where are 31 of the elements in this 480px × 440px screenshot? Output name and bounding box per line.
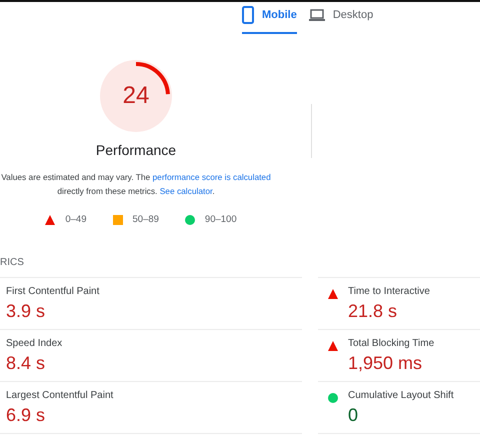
metric-value: 8.4 s	[6, 353, 46, 374]
phone-icon	[242, 6, 254, 24]
dot-icon	[184, 214, 195, 224]
warning-triangle-icon	[328, 341, 338, 351]
score-link[interactable]: performance score is calculated	[152, 172, 271, 182]
legend-label: 0–49	[65, 214, 86, 225]
laptop-icon	[308, 8, 325, 22]
score-note: Values are estimated and may vary. The performance score is calculated directly from these metrics. See calculator.	[0, 171, 272, 198]
device-tab[interactable]: Desktop	[308, 2, 374, 34]
metric-value: 3.9 s	[6, 301, 46, 322]
metric-name: First Contentful Paint	[6, 286, 100, 297]
device-tab[interactable]: Mobile	[242, 2, 297, 34]
metric-value: 6.9 s	[6, 405, 46, 426]
warning-triangle-icon	[45, 214, 56, 224]
square-icon	[112, 214, 122, 224]
score-title: Performance	[96, 142, 176, 158]
legend-label: 90–100	[204, 214, 237, 225]
metric-name: Speed Index	[6, 338, 62, 349]
metric-value: 21.8 s	[348, 301, 398, 322]
metric-name: Time to Interactive	[348, 286, 430, 297]
section-heading: RICS	[0, 257, 25, 270]
metric-name: Cumulative Layout Shift	[348, 390, 454, 401]
metric-value: 0	[348, 405, 360, 426]
metric-value: 1,950 ms	[348, 353, 424, 374]
calculator-link[interactable]: See calculator	[160, 186, 212, 196]
dot-icon	[328, 393, 338, 403]
score-value: 24	[122, 82, 150, 110]
warning-triangle-icon	[328, 289, 338, 299]
metric-name: Total Blocking Time	[348, 338, 434, 349]
legend-label: 50–89	[132, 214, 159, 225]
metric-name: Largest Contentful Paint	[6, 390, 114, 401]
